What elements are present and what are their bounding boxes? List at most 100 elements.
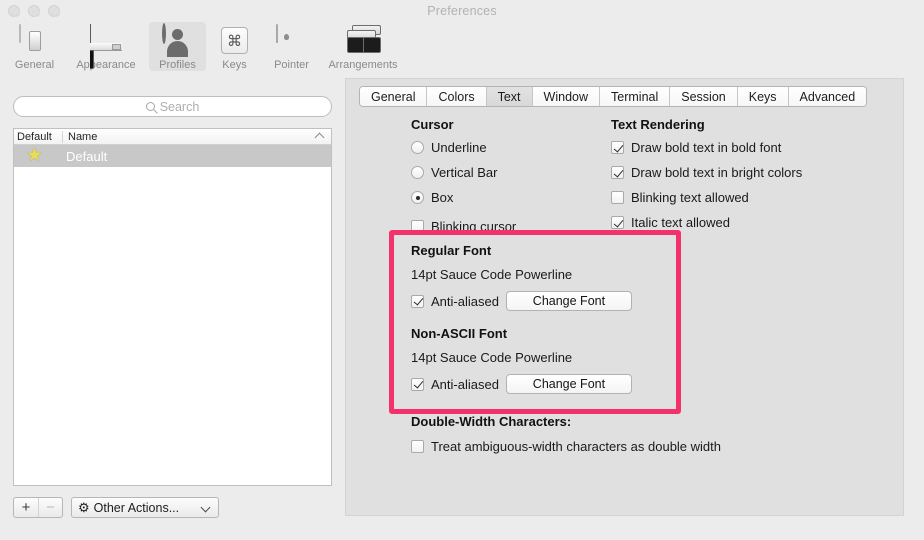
label-box: Box xyxy=(431,190,454,205)
non-ascii-font-controls: Anti-aliased Change Font xyxy=(411,374,632,394)
table-row[interactable]: ★ Default xyxy=(14,145,331,167)
toolbar-item-general[interactable]: General xyxy=(6,22,63,71)
regular-font-title: Regular Font xyxy=(411,243,492,258)
regular-font-controls: Anti-aliased Change Font xyxy=(411,291,632,311)
toolbar-label-profiles: Profiles xyxy=(159,59,196,71)
stacked-windows-icon xyxy=(347,25,381,57)
option-draw-bold-bright-colors[interactable]: Draw bold text in bright colors xyxy=(611,163,802,182)
person-icon xyxy=(161,23,194,57)
profile-name: Default xyxy=(66,148,108,164)
add-remove-group: + − xyxy=(13,497,63,518)
label-draw-bold-bold-font: Draw bold text in bold font xyxy=(631,140,782,155)
window-title: Preferences xyxy=(427,4,497,18)
zoom-button[interactable] xyxy=(48,5,60,17)
option-blinking-text[interactable]: Blinking text allowed xyxy=(611,188,802,207)
command-key-icon: ⌘ xyxy=(219,25,251,57)
double-width-section: Double-Width Characters: Treat ambiguous… xyxy=(411,414,721,456)
other-actions-dropdown[interactable]: ⚙ Other Actions... xyxy=(71,497,219,518)
checkbox-italic-text[interactable] xyxy=(611,216,624,229)
gear-icon: ⚙ xyxy=(78,499,90,515)
option-italic-text[interactable]: Italic text allowed xyxy=(611,213,802,232)
preferences-toolbar: General Appearance Profiles ⌘ Keys Point… xyxy=(0,22,924,78)
radio-underline[interactable] xyxy=(411,141,424,154)
preferences-tabs: General Colors Text Window Terminal Sess… xyxy=(359,86,868,107)
cursor-section-title: Cursor xyxy=(411,117,454,132)
checkbox-blinking-cursor[interactable] xyxy=(411,220,424,233)
change-regular-font-button[interactable]: Change Font xyxy=(505,291,632,311)
traffic-lights xyxy=(8,5,60,17)
window-appearance-icon xyxy=(90,24,122,69)
close-button[interactable] xyxy=(8,5,20,17)
text-rendering-section: Text Rendering Draw bold text in bold fo… xyxy=(611,117,802,232)
column-header-default[interactable]: Default xyxy=(14,131,62,143)
non-ascii-font-value: 14pt Sauce Code Powerline xyxy=(411,350,573,365)
checkbox-draw-bold-bright-colors[interactable] xyxy=(611,166,624,179)
other-actions-label: Other Actions... xyxy=(93,500,180,515)
list-bottom-bar: + − ⚙ Other Actions... xyxy=(13,497,219,518)
minimize-button[interactable] xyxy=(28,5,40,17)
tab-keys[interactable]: Keys xyxy=(737,87,789,106)
checkbox-non-ascii-antialiased[interactable] xyxy=(411,377,424,391)
checkbox-ambiguous-width[interactable] xyxy=(411,440,424,453)
remove-profile-button[interactable]: − xyxy=(38,498,62,517)
search-icon xyxy=(145,102,155,111)
preferences-window: Preferences General Appearance Profiles … xyxy=(0,0,924,540)
toolbar-label-arrangements: Arrangements xyxy=(328,59,398,71)
non-ascii-font-title: Non-ASCII Font xyxy=(411,326,508,341)
tab-window[interactable]: Window xyxy=(532,87,601,106)
label-draw-bold-bright-colors: Draw bold text in bright colors xyxy=(631,165,803,180)
cursor-option-box[interactable]: Box xyxy=(411,188,516,207)
option-draw-bold-bold-font[interactable]: Draw bold text in bold font xyxy=(611,138,802,157)
change-non-ascii-font-button[interactable]: Change Font xyxy=(505,374,632,394)
toggle-switch-icon xyxy=(18,24,51,57)
checkbox-blinking-text[interactable] xyxy=(611,191,624,204)
checkbox-draw-bold-bold-font[interactable] xyxy=(611,141,624,154)
tab-text[interactable]: Text xyxy=(486,87,533,106)
fonts-section: Regular Font 14pt Sauce Code Powerline A… xyxy=(411,243,632,394)
toolbar-label-appearance: Appearance xyxy=(76,59,136,71)
tab-general[interactable]: General xyxy=(360,87,428,106)
label-blinking-text: Blinking text allowed xyxy=(631,190,749,205)
tab-terminal[interactable]: Terminal xyxy=(600,87,671,106)
radio-vertical-bar[interactable] xyxy=(411,166,424,179)
label-blinking-cursor: Blinking cursor xyxy=(431,219,517,234)
toolbar-item-profiles[interactable]: Profiles xyxy=(149,22,206,71)
profiles-list[interactable]: Default Name ★ Default xyxy=(13,128,332,486)
search-placeholder: Search xyxy=(159,99,200,114)
regular-font-value: 14pt Sauce Code Powerline xyxy=(411,267,573,282)
mouse-icon xyxy=(275,24,308,57)
toolbar-item-pointer[interactable]: Pointer xyxy=(263,22,320,71)
title-bar: Preferences xyxy=(0,0,924,22)
label-regular-antialiased: Anti-aliased xyxy=(431,293,499,309)
add-profile-button[interactable]: + xyxy=(14,498,38,517)
double-width-title: Double-Width Characters: xyxy=(411,414,572,429)
option-ambiguous-width[interactable]: Treat ambiguous-width characters as doub… xyxy=(411,437,721,456)
cursor-option-underline[interactable]: Underline xyxy=(411,138,516,157)
label-ambiguous-width: Treat ambiguous-width characters as doub… xyxy=(431,439,721,454)
tab-session[interactable]: Session xyxy=(670,87,738,106)
radio-box[interactable] xyxy=(411,191,424,204)
cursor-section: Cursor Underline Vertical Bar Box Blinki… xyxy=(411,117,516,236)
tab-advanced[interactable]: Advanced xyxy=(788,87,867,106)
checkbox-regular-antialiased[interactable] xyxy=(411,294,424,308)
non-ascii-font-block: Non-ASCII Font 14pt Sauce Code Powerline… xyxy=(411,326,632,394)
chevron-down-icon xyxy=(200,502,211,513)
cursor-option-vertical-bar[interactable]: Vertical Bar xyxy=(411,163,516,182)
column-header-name[interactable]: Name xyxy=(63,131,331,143)
toolbar-label-general: General xyxy=(14,59,55,71)
tab-colors[interactable]: Colors xyxy=(427,87,487,106)
toolbar-item-keys[interactable]: ⌘ Keys xyxy=(206,22,263,71)
search-input[interactable]: Search xyxy=(13,96,332,117)
toolbar-item-appearance[interactable]: Appearance xyxy=(63,22,149,71)
star-icon[interactable]: ★ xyxy=(26,146,47,166)
text-rendering-title: Text Rendering xyxy=(611,117,705,132)
label-italic-text: Italic text allowed xyxy=(631,215,730,230)
label-vertical-bar: Vertical Bar xyxy=(431,165,498,180)
label-underline: Underline xyxy=(431,140,487,155)
toolbar-label-keys: Keys xyxy=(222,59,247,71)
toolbar-item-arrangements[interactable]: Arrangements xyxy=(320,22,406,71)
label-non-ascii-antialiased: Anti-aliased xyxy=(431,376,499,392)
toolbar-label-pointer: Pointer xyxy=(274,59,309,71)
cursor-option-blinking[interactable]: Blinking cursor xyxy=(411,217,516,236)
list-header: Default Name xyxy=(14,129,331,145)
